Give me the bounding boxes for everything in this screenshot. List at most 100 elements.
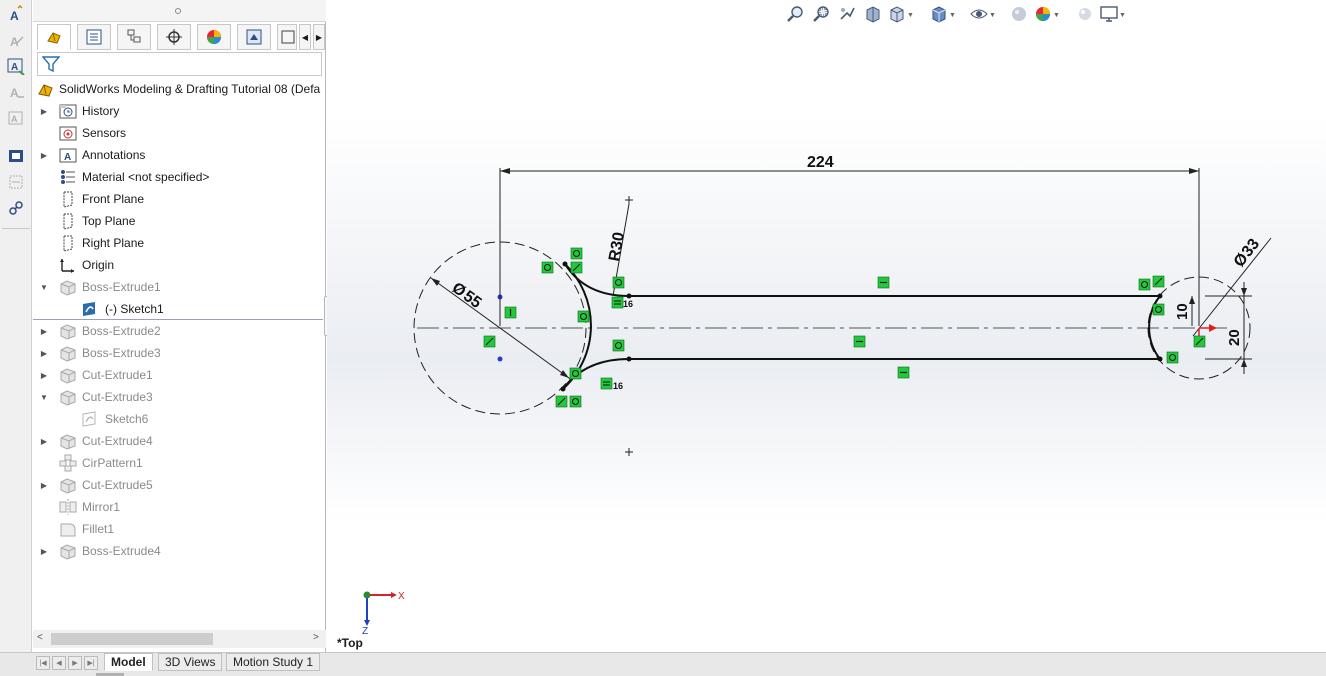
tree-item-cirpattern1[interactable]: CirPattern1 [33,452,326,474]
tree-item-cut-extrude4[interactable]: ▶ Cut-Extrude4 [33,430,326,452]
tab-scroll-left[interactable]: ◀ [299,24,311,50]
sketch-point[interactable] [562,261,568,267]
tree-item-boss-extrude3[interactable]: ▶ Boss-Extrude3 [33,342,326,364]
tree-item-origin[interactable]: Origin [33,254,326,276]
horizontal-relation-icon[interactable] [877,276,890,289]
panel-grip[interactable] [33,0,326,22]
tree-item-annotations[interactable]: ▶ A Annotations [33,144,326,166]
tree-item-cut-extrude1[interactable]: ▶ Cut-Extrude1 [33,364,326,386]
collapse-arrow-icon[interactable]: ▼ [39,392,49,402]
coincident-relation-icon[interactable] [555,395,568,408]
weld-symbol-icon[interactable] [6,146,26,166]
sketch-canvas[interactable]: 224 R30 Ø 55 Ø 33 10 20 16 16 X Z [327,0,1326,652]
expand-arrow-icon[interactable]: ▶ [39,326,49,336]
tangent-relation-icon[interactable] [1152,303,1165,316]
expand-arrow-icon[interactable]: ▶ [39,370,49,380]
tree-item-top-plane[interactable]: Top Plane [33,210,326,232]
coincident-relation-icon[interactable] [1193,335,1206,348]
tangent-relation-icon[interactable] [570,247,583,260]
horizontal-relation-icon[interactable] [853,335,866,348]
collapse-arrow-icon[interactable]: ▼ [39,282,49,292]
tree-item-boss-extrude4[interactable]: ▶ Boss-Extrude4 [33,540,326,562]
tree-item-sketch6[interactable]: Sketch6 [33,408,326,430]
tangent-relation-icon[interactable] [612,276,625,289]
expand-arrow-icon[interactable]: ▶ [39,436,49,446]
tree-item-material-not-specified[interactable]: Material <not specified> [33,166,326,188]
expand-arrow-icon[interactable]: ▶ [39,106,49,116]
tab-feature-manager[interactable] [37,24,71,50]
tab-property-manager[interactable] [77,24,111,50]
sketch-point[interactable] [626,293,632,299]
geometric-tolerance-icon[interactable] [6,198,26,218]
surface-finish-icon[interactable]: A [6,108,26,128]
tangent-relation-icon[interactable] [1166,351,1179,364]
tree-item-cut-extrude3[interactable]: ▼ Cut-Extrude3 [33,386,326,408]
note-icon[interactable]: A [6,30,26,50]
coincident-relation-icon[interactable] [570,261,583,274]
tangent-relation-icon[interactable] [1138,278,1151,291]
sketch-point[interactable] [560,386,566,392]
tab-scroll-right[interactable]: ▶ [313,24,325,50]
tree-item-mirror1[interactable]: Mirror1 [33,496,326,518]
expand-arrow-icon[interactable]: ▶ [39,150,49,160]
sketch-point[interactable] [626,356,632,362]
dimension-224[interactable]: 224 [807,154,834,171]
dimension-10[interactable]: 10 [1174,303,1191,320]
tangent-relation-icon[interactable] [541,261,554,274]
tree-item-cut-extrude5[interactable]: ▶ Cut-Extrude5 [33,474,326,496]
tab-model[interactable]: Model [104,653,153,671]
last-tab-button[interactable]: ▶| [84,656,98,670]
tangent-relation-icon[interactable] [577,310,590,323]
dimension-diameter-33[interactable]: Ø 33 [1231,236,1263,271]
equal-relation-icon[interactable] [611,296,624,309]
horizontal-relation-icon[interactable] [897,366,910,379]
blue-point[interactable] [497,356,503,362]
tree-item-fillet1[interactable]: Fillet1 [33,518,326,540]
tree-item-sensors[interactable]: Sensors [33,122,326,144]
tree-item-history[interactable]: ▶ History [33,100,326,122]
expand-arrow-icon[interactable]: ▶ [39,480,49,490]
equal-relation-icon[interactable] [600,377,613,390]
tree-horizontal-scrollbar[interactable]: < > [33,630,326,648]
expand-arrow-icon[interactable]: ▶ [39,546,49,556]
tab-configuration-manager[interactable] [117,24,151,50]
sketch-point[interactable] [1157,293,1163,299]
first-tab-button[interactable]: |◀ [36,656,50,670]
tab-dimxpert-manager[interactable] [157,24,191,50]
smart-dimension-icon[interactable]: A [6,4,26,24]
dimension-diameter-55[interactable]: Ø 55 [449,279,485,312]
balloon-icon[interactable]: A [6,56,26,76]
tab-3d-views[interactable]: 3D Views [158,653,223,671]
scrollbar-thumb[interactable] [51,633,213,645]
dimension-20[interactable]: 20 [1226,329,1243,346]
auto-balloon-icon[interactable]: A [6,82,26,102]
expand-arrow-icon[interactable]: ▶ [39,348,49,358]
tree-item-right-plane[interactable]: Right Plane [33,232,326,254]
triad-origin-icon [363,591,371,599]
datum-icon[interactable] [6,172,26,192]
origin-icon [59,256,77,274]
tree-filter-box[interactable] [37,52,322,76]
tangent-relation-icon[interactable] [612,339,625,352]
tab-more[interactable] [277,24,297,50]
scroll-right-icon[interactable]: > [313,632,319,643]
sketch-point[interactable] [1157,356,1163,362]
next-tab-button[interactable]: ▶ [68,656,82,670]
tree-item-boss-extrude1[interactable]: ▼ Boss-Extrude1 [33,276,326,298]
tab-cam-manager[interactable] [237,24,271,50]
previous-tab-button[interactable]: ◀ [52,656,66,670]
dimension-r30[interactable]: R30 [606,231,628,263]
scroll-left-icon[interactable]: < [37,632,43,643]
tree-item-front-plane[interactable]: Front Plane [33,188,326,210]
tree-item-sketch1[interactable]: (-) Sketch1 [33,298,326,320]
tree-item-boss-extrude2[interactable]: ▶ Boss-Extrude2 [33,320,326,342]
coincident-relation-icon[interactable] [483,335,496,348]
tangent-relation-icon[interactable] [569,395,582,408]
coincident-relation-icon[interactable] [1152,275,1165,288]
graphics-area[interactable]: ▼ ▼ ▼ ▼ ▼ 224 R30 Ø 55 Ø 33 10 20 16 16 … [327,0,1326,652]
tangent-relation-icon[interactable] [569,367,582,380]
vertical-relation-icon[interactable] [504,306,517,319]
tab-motion-study-1[interactable]: Motion Study 1 [226,653,321,671]
tab-display-manager[interactable] [197,24,231,50]
tree-root[interactable]: SolidWorks Modeling & Drafting Tutorial … [33,78,326,100]
